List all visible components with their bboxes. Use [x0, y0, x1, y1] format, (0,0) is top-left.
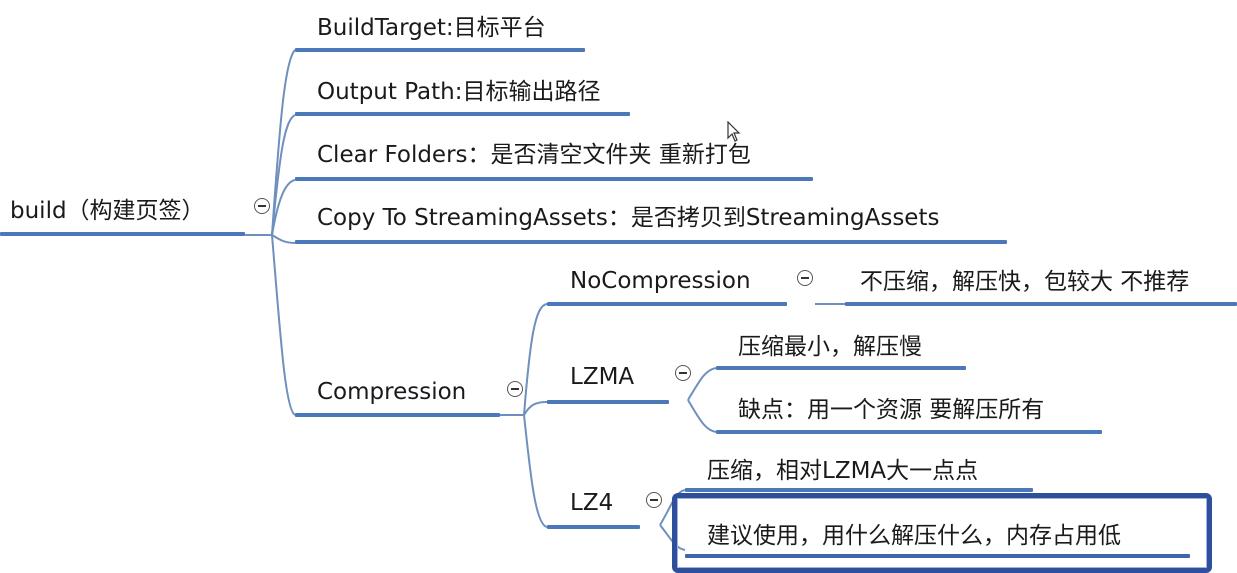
branch-compression[interactable]: Compression: [317, 378, 466, 406]
branch-build-target-underline: [295, 48, 585, 52]
option-lz4-underline: [547, 525, 640, 529]
lz4-note-1-underline: [685, 488, 1033, 492]
mouse-pointer-icon: [727, 121, 741, 142]
option-lz4[interactable]: LZ4: [570, 489, 613, 517]
branch-copy-streaming-assets[interactable]: Copy To StreamingAssets：是否拷贝到StreamingAs…: [317, 204, 939, 232]
root-collapse-icon[interactable]: [254, 198, 270, 214]
lzma-note-2[interactable]: 缺点：用一个资源 要解压所有: [738, 396, 1044, 424]
branch-clear-folders-underline: [295, 177, 813, 181]
lzma-note-2-underline: [716, 430, 1102, 434]
compression-collapse-icon[interactable]: [507, 381, 523, 397]
nocompression-collapse-icon[interactable]: [797, 270, 813, 286]
lz4-note-2[interactable]: 建议使用，用什么解压什么，内存占用低: [707, 522, 1121, 550]
branch-compression-underline: [295, 413, 500, 417]
root-node-underline: [0, 232, 245, 236]
option-lzma-underline: [547, 400, 669, 404]
branch-clear-folders[interactable]: Clear Folders：是否清空文件夹 重新打包: [317, 141, 751, 169]
nocompression-note[interactable]: 不压缩，解压快，包较大 不推荐: [860, 268, 1189, 296]
lzma-note-1[interactable]: 压缩最小，解压慢: [738, 333, 922, 361]
branch-output-path[interactable]: Output Path:目标输出路径: [317, 78, 600, 106]
lzma-collapse-icon[interactable]: [675, 365, 691, 381]
nocompression-note-underline: [845, 302, 1237, 306]
lz4-note-2-underline: [685, 554, 1190, 558]
branch-copy-streaming-assets-underline: [295, 240, 1007, 244]
branch-output-path-underline: [295, 112, 630, 116]
option-nocompression[interactable]: NoCompression: [570, 267, 751, 295]
branch-build-target[interactable]: BuildTarget:目标平台: [317, 14, 546, 42]
lz4-note-1[interactable]: 压缩，相对LZMA大一点点: [707, 457, 978, 485]
option-nocompression-underline: [547, 302, 787, 306]
option-lzma[interactable]: LZMA: [570, 363, 634, 391]
lzma-note-1-underline: [716, 366, 966, 370]
root-node-label[interactable]: build（构建页签）: [10, 197, 205, 225]
lz4-collapse-icon[interactable]: [646, 492, 662, 508]
